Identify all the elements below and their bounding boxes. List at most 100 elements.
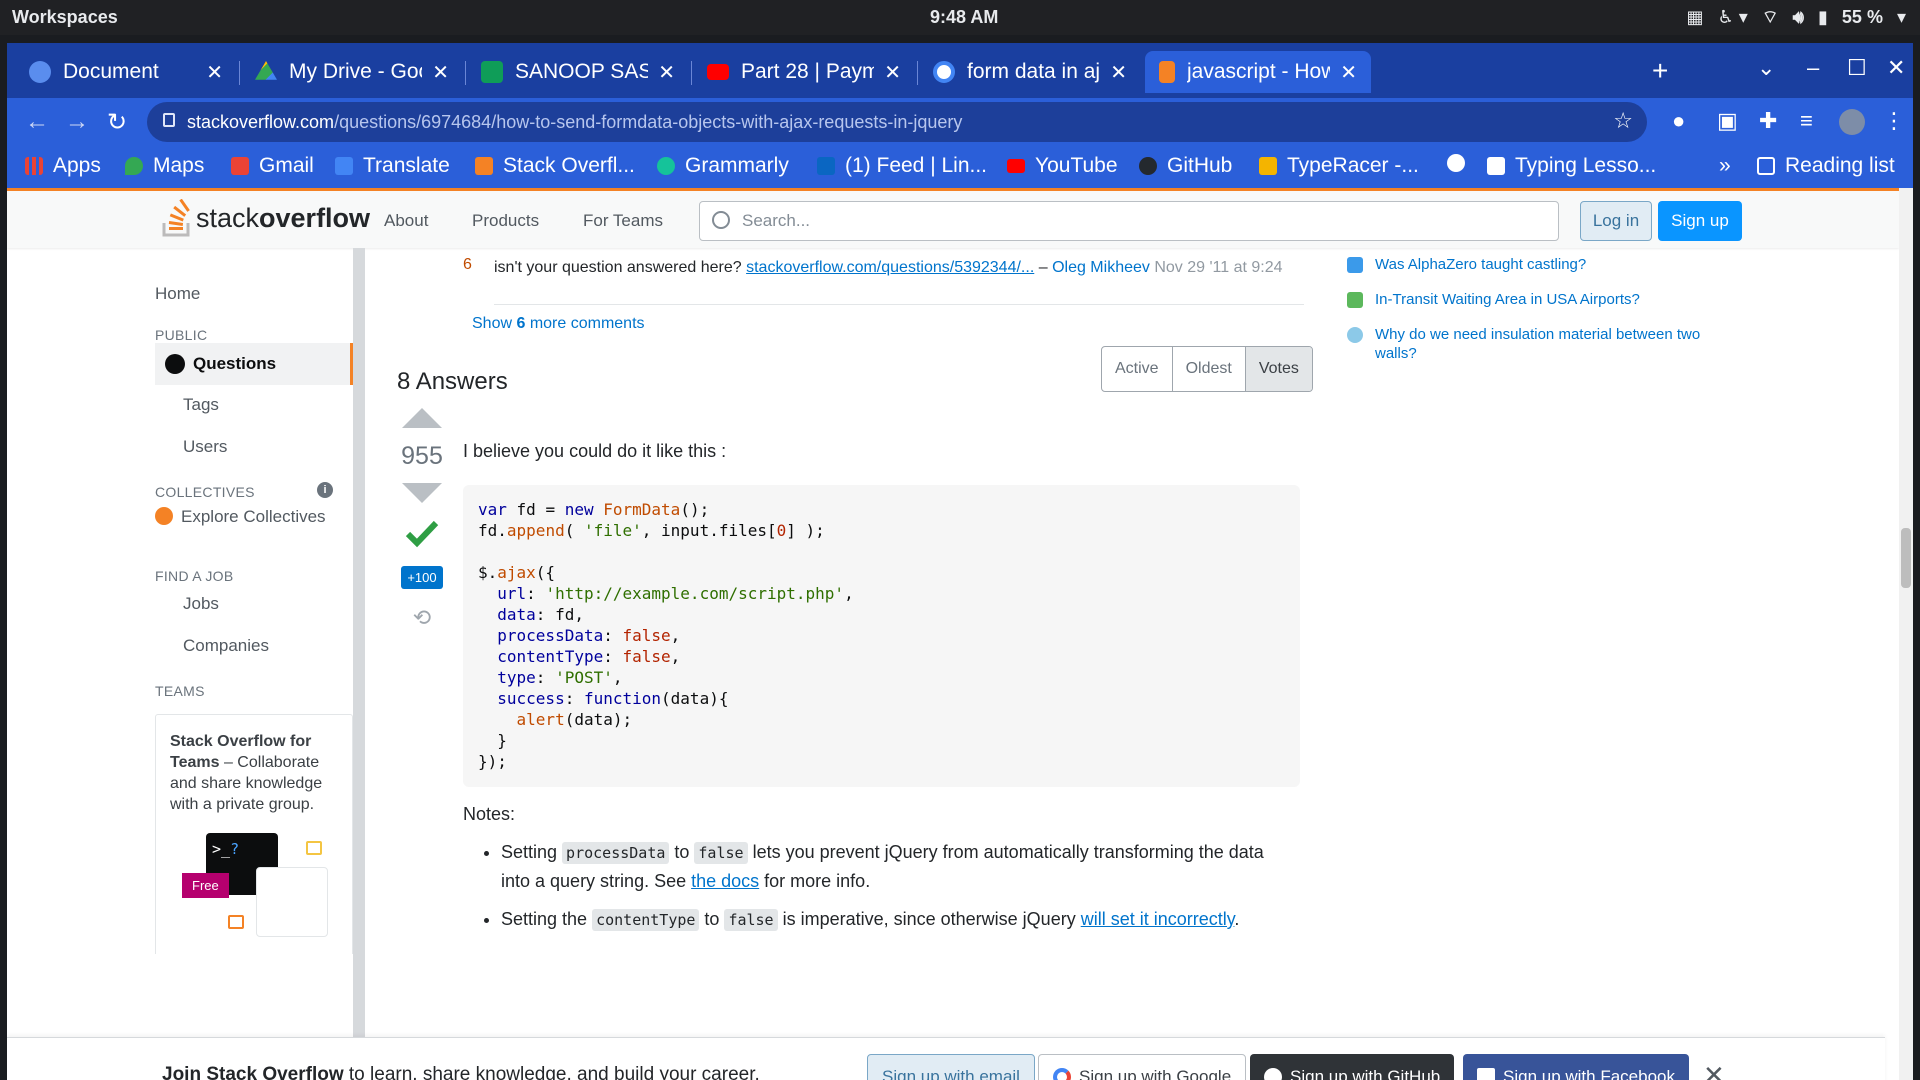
window-list-icon[interactable]: ▦ [1687, 7, 1704, 28]
tab-document[interactable]: Document ✕ [15, 51, 237, 93]
tab-my-drive[interactable]: My Drive - Google D ✕ [241, 51, 463, 93]
so-logo[interactable]: stack overflow [162, 199, 370, 237]
history-icon[interactable]: ⟲ [393, 605, 451, 631]
lock-icon[interactable] [163, 113, 175, 127]
gmail-icon [231, 157, 249, 175]
close-window-button[interactable]: ✕ [1887, 55, 1905, 81]
forward-button[interactable]: → [65, 108, 89, 136]
nav-for-teams[interactable]: For Teams [583, 211, 663, 231]
clock[interactable]: 9:48 AM [930, 7, 998, 28]
minimize-button[interactable]: – [1807, 55, 1819, 81]
show-more-comments-link[interactable]: Show 6 more comments [472, 315, 645, 333]
bookmark-gmail[interactable]: Gmail [231, 154, 314, 178]
nav-about[interactable]: About [384, 211, 428, 231]
more-prefix: Show [472, 315, 517, 332]
info-icon[interactable]: i [317, 482, 333, 498]
sidebar-scrollbar[interactable] [353, 248, 365, 1080]
extension-icon[interactable]: ▣ [1717, 108, 1738, 134]
upvote-icon[interactable] [402, 408, 442, 428]
tab-sanoop[interactable]: SANOOP SASIDHAR ✕ [467, 51, 689, 93]
login-button[interactable]: Log in [1580, 201, 1652, 241]
downvote-icon[interactable] [402, 483, 442, 503]
signup-google-button[interactable]: Sign up with Google [1038, 1054, 1247, 1080]
more-bookmarks-button[interactable]: » [1719, 154, 1731, 178]
extensions-puzzle-icon[interactable]: ✚ [1759, 108, 1777, 134]
close-tab-icon[interactable]: ✕ [206, 60, 223, 85]
battery-percent[interactable]: 55 % [1842, 7, 1883, 28]
bookmark-apps[interactable]: Apps [25, 154, 101, 178]
sidebar-explore-collectives[interactable]: Explore Collectives [155, 507, 326, 527]
chevron-down-icon[interactable]: ▾ [1897, 7, 1906, 28]
bookmark-star-icon[interactable]: ☆ [1613, 108, 1633, 134]
sidebar-item-questions[interactable]: Questions [155, 343, 353, 385]
comment-link[interactable]: stackoverflow.com/questions/5392344/... [746, 259, 1034, 276]
chess-site-icon [1347, 257, 1363, 273]
page-scrollbar[interactable] [1899, 188, 1913, 1080]
signup-email-button[interactable]: Sign up with email [867, 1054, 1035, 1080]
close-tab-icon[interactable]: ✕ [432, 60, 449, 85]
menu-icon[interactable]: ⋮ [1883, 108, 1905, 134]
bookmark-typeracer[interactable]: TypeRacer -... [1259, 154, 1419, 178]
reading-list-button[interactable]: Reading list [1757, 154, 1895, 178]
comment-user[interactable]: Oleg Mikheev [1052, 259, 1150, 276]
sidebar-jobs[interactable]: Jobs [183, 594, 219, 614]
sort-votes[interactable]: Votes [1245, 347, 1312, 391]
back-button[interactable]: ← [25, 108, 49, 136]
profile-avatar[interactable] [1839, 109, 1865, 135]
bookmark-globe[interactable] [1447, 154, 1475, 172]
hot-question[interactable]: In-Transit Waiting Area in USA Airports? [1347, 290, 1707, 309]
sort-oldest[interactable]: Oldest [1173, 347, 1246, 391]
close-tab-icon[interactable]: ✕ [658, 60, 675, 85]
bookmark-stackoverflow[interactable]: Stack Overfl... [475, 154, 635, 178]
hot-question[interactable]: Was AlphaZero taught castling? [1347, 255, 1707, 274]
close-banner-icon[interactable]: ✕ [1703, 1060, 1725, 1080]
sidebar-users[interactable]: Users [183, 437, 227, 457]
workspaces-button[interactable]: Workspaces [12, 7, 118, 28]
bookmark-linkedin[interactable]: (1) Feed | Lin... [817, 154, 987, 178]
bookmark-typing[interactable]: Typing Lesso... [1487, 154, 1656, 178]
hot-question[interactable]: Why do we need insulation material betwe… [1347, 325, 1707, 363]
close-tab-icon[interactable]: ✕ [1110, 60, 1127, 85]
sidebar-tags[interactable]: Tags [183, 395, 219, 415]
incorrectly-link[interactable]: will set it incorrectly [1081, 909, 1235, 929]
docs-link[interactable]: the docs [691, 871, 759, 891]
bookmark-grammarly[interactable]: Grammarly [657, 154, 789, 178]
sidebar-home[interactable]: Home [155, 284, 200, 304]
nav-products[interactable]: Products [472, 211, 539, 231]
more-bookmarks-label: » [1719, 154, 1731, 177]
bookmark-translate[interactable]: Translate [335, 154, 450, 178]
teams-promo-card[interactable]: Stack Overflow for Teams – Collaborate a… [155, 714, 353, 954]
close-tab-icon[interactable]: ✕ [884, 60, 901, 85]
bookmark-label: (1) Feed | Lin... [845, 154, 988, 177]
signup-github-button[interactable]: Sign up with GitHub [1250, 1054, 1455, 1080]
accessibility-icon[interactable]: ♿ ▾ [1718, 7, 1748, 28]
maximize-button[interactable]: ☐ [1847, 55, 1867, 81]
tab-search-icon[interactable]: ⌄ [1757, 55, 1775, 81]
code-block[interactable]: var fd = new FormData(); fd.append( 'fil… [463, 485, 1300, 787]
address-bar[interactable]: stackoverflow.com/questions/6974684/how-… [147, 102, 1647, 142]
reload-button[interactable]: ↻ [107, 108, 127, 137]
reading-list-label: Reading list [1785, 154, 1895, 177]
bookmark-youtube[interactable]: YouTube [1007, 154, 1118, 178]
search-input[interactable]: Search... [699, 201, 1559, 241]
sidebar-companies[interactable]: Companies [183, 636, 269, 656]
bookmark-label: GitHub [1167, 154, 1233, 177]
close-tab-icon[interactable]: ✕ [1340, 60, 1357, 85]
signup-button[interactable]: Sign up [1658, 201, 1742, 241]
new-tab-button[interactable]: + [1652, 55, 1668, 87]
battery-icon[interactable]: ▮ [1818, 7, 1828, 28]
media-control-icon[interactable]: ≡ [1800, 108, 1813, 134]
signup-facebook-button[interactable]: Sign up with Facebook [1463, 1054, 1689, 1080]
bookmark-maps[interactable]: Maps [125, 154, 204, 178]
extension-icon[interactable]: ● [1672, 108, 1685, 134]
tab-divider [691, 61, 692, 85]
scrollbar-thumb[interactable] [1901, 528, 1911, 588]
sort-active[interactable]: Active [1102, 347, 1173, 391]
volume-icon[interactable]: 🔊︎ [1793, 7, 1804, 28]
bookmark-label: YouTube [1035, 154, 1118, 177]
tab-form-data[interactable]: form data in ajax - ✕ [919, 51, 1141, 93]
tab-javascript-active[interactable]: javascript - How to ✕ [1145, 51, 1371, 93]
bookmark-github[interactable]: GitHub [1139, 154, 1232, 178]
wifi-icon[interactable]: ⌔ [1762, 6, 1779, 29]
tab-part-28[interactable]: Part 28 | Payment G ✕ [693, 51, 915, 93]
